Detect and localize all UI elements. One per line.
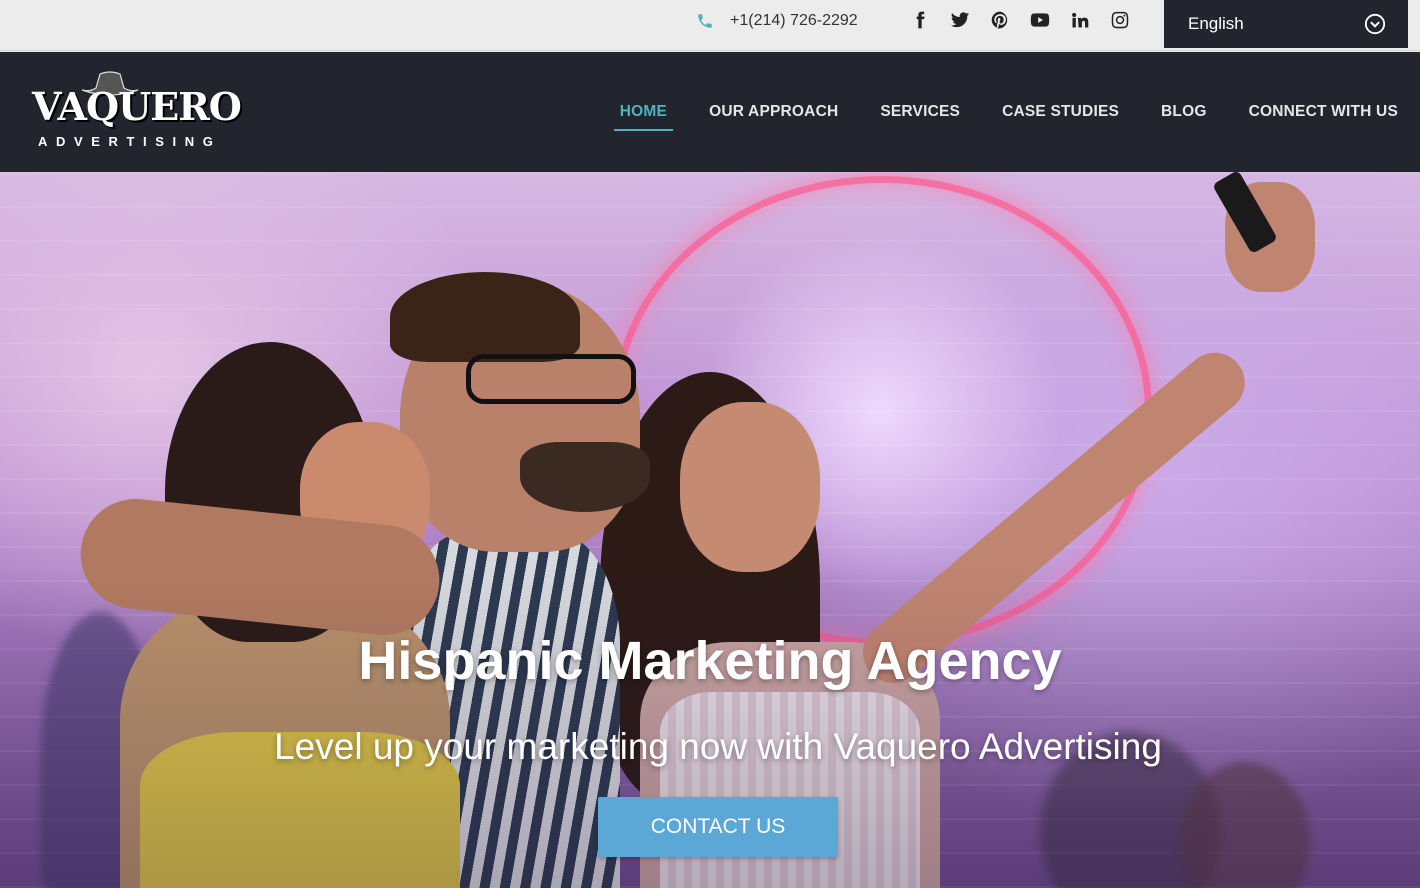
twitter-icon[interactable] xyxy=(948,8,972,32)
contact-us-button[interactable]: CONTACT US xyxy=(598,797,838,857)
hero-section: Hispanic Marketing Agency Level up your … xyxy=(0,172,1420,888)
youtube-icon[interactable] xyxy=(1028,8,1052,32)
nav-menu: HOME OUR APPROACH SERVICES CASE STUDIES … xyxy=(584,52,1404,172)
logo-wordmark: VAQUERO xyxy=(32,84,242,129)
main-navbar: VAQUERO ADVERTISING HOME OUR APPROACH SE… xyxy=(0,52,1420,172)
nav-item-our-approach[interactable]: OUR APPROACH xyxy=(703,93,844,131)
brand-logo[interactable]: VAQUERO ADVERTISING xyxy=(30,70,242,154)
nav-item-services[interactable]: SERVICES xyxy=(874,93,966,131)
hero-title: Hispanic Marketing Agency xyxy=(358,631,1062,691)
linkedin-icon[interactable] xyxy=(1068,8,1092,32)
language-label: English xyxy=(1188,14,1244,33)
phone-number: +1(214) 726-2292 xyxy=(730,12,858,29)
instagram-icon[interactable] xyxy=(1108,8,1132,32)
nav-item-home[interactable]: HOME xyxy=(613,93,674,131)
hero-overlay xyxy=(0,172,1420,888)
pinterest-icon[interactable] xyxy=(988,8,1012,32)
hero-subtitle: Level up your marketing now with Vaquero… xyxy=(274,726,1162,767)
nav-item-connect-with-us[interactable]: CONNECT WITH US xyxy=(1243,93,1404,131)
nav-item-case-studies[interactable]: CASE STUDIES xyxy=(996,93,1125,131)
phone-contact[interactable]: +1(214) 726-2292 xyxy=(696,10,858,32)
phone-icon xyxy=(698,14,712,28)
nav-item-blog[interactable]: BLOG xyxy=(1155,93,1213,131)
social-links xyxy=(908,8,1132,32)
facebook-icon[interactable] xyxy=(908,8,932,32)
top-bar: +1(214) 726-2292 English xyxy=(0,0,1420,51)
chevron-down-icon xyxy=(1364,13,1386,35)
logo-subtitle: ADVERTISING xyxy=(38,134,222,149)
language-selector[interactable]: English xyxy=(1164,0,1408,48)
